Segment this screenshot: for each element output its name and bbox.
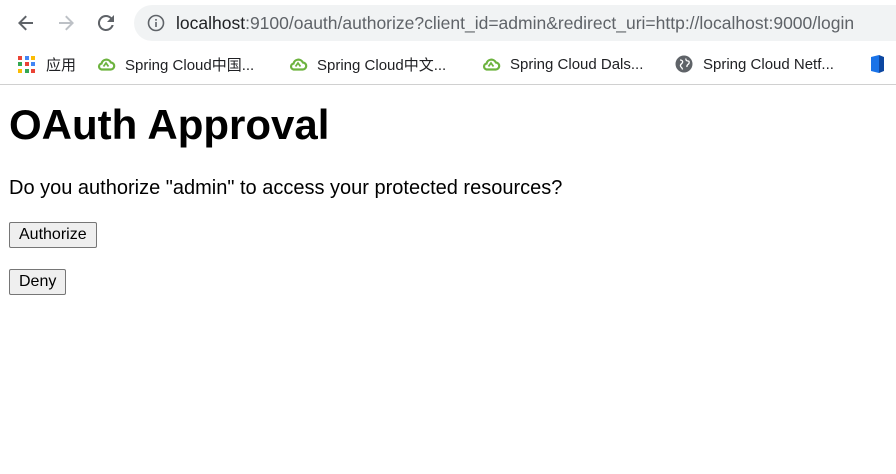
arrow-right-icon	[59, 15, 74, 31]
reload-button[interactable]	[93, 10, 119, 36]
authorization-question: Do you authorize "admin" to access your …	[9, 177, 563, 199]
reload-icon	[97, 14, 114, 31]
globe-icon	[675, 55, 693, 73]
apps-grid-icon	[18, 55, 35, 73]
back-button[interactable]	[13, 10, 39, 36]
info-icon[interactable]	[147, 14, 165, 32]
url-text[interactable]: localhost:9100/oauth/authorize?client_id…	[176, 13, 854, 34]
address-bar[interactable]: localhost:9100/oauth/authorize?client_id…	[134, 5, 896, 41]
bookmark-app-icon	[871, 55, 884, 73]
authorize-button[interactable]: Authorize	[9, 222, 97, 248]
arrow-left-icon	[18, 15, 33, 31]
bookmark-spring-cloud-cn[interactable]: Spring Cloud中国...	[96, 46, 254, 82]
bookmarks-bar: 应用 Spring Cloud中国... Spring Cloud中文... S…	[0, 46, 896, 85]
page-title: OAuth Approval	[9, 101, 330, 148]
bookmark-app[interactable]	[867, 46, 896, 82]
bookmark-apps[interactable]: 应用	[18, 46, 76, 82]
bookmark-label: Spring Cloud Dals...	[510, 55, 644, 73]
spring-cloud-icon	[289, 58, 308, 71]
spring-cloud-icon	[482, 58, 501, 71]
bookmark-label: Spring Cloud中国...	[125, 56, 255, 74]
deny-button[interactable]: Deny	[9, 269, 67, 295]
bookmark-spring-cloud-zh[interactable]: Spring Cloud中文...	[288, 46, 446, 82]
spring-cloud-icon	[97, 58, 116, 71]
bookmark-label: Spring Cloud中文...	[317, 56, 447, 74]
bookmark-apps-label: 应用	[46, 56, 77, 74]
url-path: :9100/oauth/authorize?client_id=admin&re…	[245, 12, 855, 33]
bookmark-label: Spring Cloud Netf...	[703, 55, 834, 73]
browser-toolbar: localhost:9100/oauth/authorize?client_id…	[0, 0, 896, 46]
bookmark-spring-cloud-netflix[interactable]: Spring Cloud Netf...	[674, 46, 834, 82]
url-host: localhost	[176, 12, 246, 33]
forward-button[interactable]	[53, 10, 79, 36]
bookmark-spring-cloud-dalston[interactable]: Spring Cloud Dals...	[481, 46, 643, 82]
